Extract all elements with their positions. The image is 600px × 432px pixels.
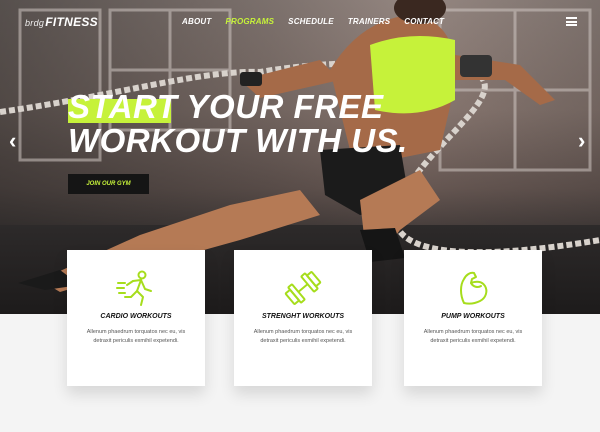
nav-item-trainers[interactable]: TRAINERS [348,17,391,26]
headline-line2: WORKOUT WITH US. [68,122,408,159]
nav-item-contact[interactable]: CONTACT [404,17,444,26]
program-card-cardio[interactable]: CARDIO WORKOUTS Allenum phaedrum torquat… [67,250,205,386]
headline-highlight-word: START [68,88,178,125]
dumbbell-icon [284,271,322,305]
card-description: Allenum phaedrum torquatos nec eu, vis d… [253,329,353,344]
hero-headline: START YOUR FREE WORKOUT WITH US. [68,90,408,158]
flexed-arm-icon [460,271,488,305]
running-person-icon [116,270,152,306]
join-gym-button[interactable]: JOIN OUR GYM [68,174,149,194]
program-card-strength[interactable]: STRENGHT WORKOUTS Allenum phaedrum torqu… [234,250,372,386]
card-title: CARDIO WORKOUTS [100,313,172,320]
brand-logo[interactable]: brdgFITNESS [25,15,98,29]
card-title: STRENGHT WORKOUTS [261,313,345,320]
top-navigation: brdgFITNESS ABOUT PROGRAMS SCHEDULE TRAI… [0,0,600,44]
hamburger-menu-icon[interactable] [566,17,577,26]
program-card-pump[interactable]: PUMP WORKOUTS Allenum phaedrum torquatos… [404,250,542,386]
card-title: PUMP WORKOUTS [441,313,505,320]
nav-item-programs[interactable]: PROGRAMS [225,17,274,26]
nav-item-about[interactable]: ABOUT [182,17,211,26]
headline-line1-rest: YOUR FREE [177,88,384,125]
slider-prev-arrow-icon[interactable]: ‹ [9,130,16,152]
slider-next-arrow-icon[interactable]: › [578,130,585,152]
nav-menu: ABOUT PROGRAMS SCHEDULE TRAINERS CONTACT [182,17,458,26]
nav-item-schedule[interactable]: SCHEDULE [288,17,334,26]
card-description: Allenum phaedrum torquatos nec eu, vis d… [423,329,523,344]
card-description: Allenum phaedrum torquatos nec eu, vis d… [86,329,186,344]
